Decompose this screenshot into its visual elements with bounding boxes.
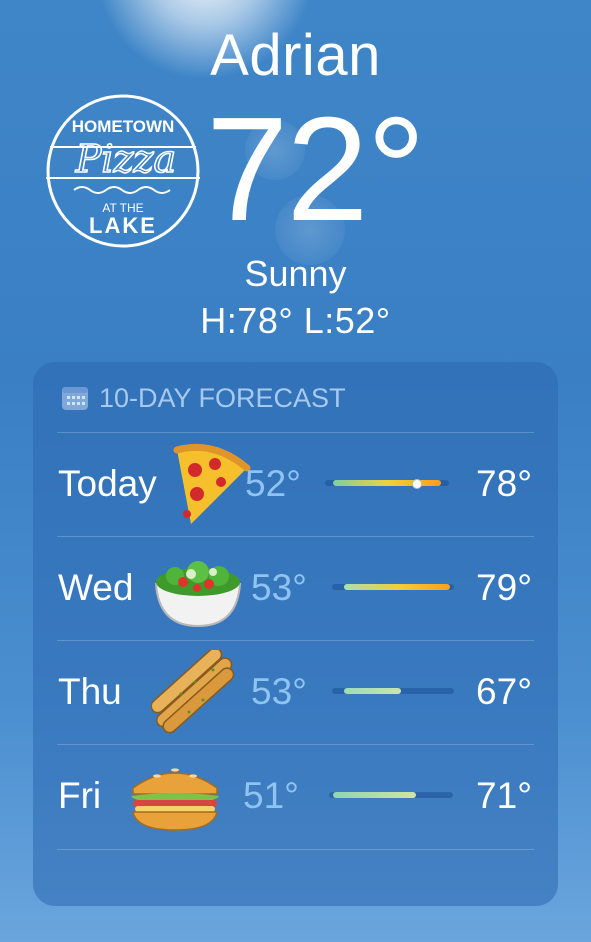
- forecast-row-today[interactable]: Today 52° 78°: [33, 432, 558, 536]
- high-temperature: 78°: [476, 463, 532, 504]
- breadsticks-icon: [151, 650, 235, 734]
- hometown-pizza-logo: HOMETOWN Pizza AT THE LAKE: [46, 94, 200, 248]
- temperature-range-fill: [344, 688, 402, 694]
- sub-sandwich-icon: [131, 768, 219, 831]
- temperature-range-bar: [329, 792, 453, 798]
- temperature-range-fill: [333, 792, 416, 798]
- city-name: Adrian: [210, 23, 381, 88]
- forecast-title: 10-DAY FORECAST: [99, 382, 346, 413]
- ten-day-forecast-card[interactable]: 10-DAY FORECAST Today 52° 78° Wed 53° 79…: [33, 362, 558, 906]
- low-temperature: 51°: [243, 775, 299, 816]
- divider: [57, 849, 534, 850]
- low-temperature: 53°: [251, 567, 307, 608]
- current-temperature: 72°: [206, 87, 426, 252]
- salad-bowl-icon: [154, 561, 242, 628]
- forecast-row-wed[interactable]: Wed 53° 79°: [33, 536, 558, 640]
- low-temperature: 53°: [251, 671, 307, 712]
- forecast-header: 10-DAY FORECAST: [61, 382, 346, 414]
- forecast-row-fri[interactable]: Fri 51° 71°: [33, 744, 558, 848]
- temperature-range-fill: [333, 480, 441, 486]
- high-low-temperature: H:78° L:52°: [200, 300, 391, 341]
- high-temperature: 67°: [476, 671, 532, 712]
- current-temperature-marker: [411, 479, 422, 489]
- temperature-range-bar: [332, 584, 454, 590]
- weather-condition: Sunny: [244, 253, 347, 294]
- temperature-range-bar: [325, 479, 449, 489]
- high-temperature: 71°: [476, 775, 532, 816]
- high-temperature: 79°: [476, 567, 532, 608]
- day-label: Today: [58, 463, 157, 504]
- day-label: Thu: [58, 671, 122, 712]
- low-temperature: 52°: [245, 463, 301, 504]
- forecast-row-thu[interactable]: Thu 53° 67°: [33, 640, 558, 744]
- temperature-range-bar: [332, 688, 454, 694]
- logo-pizza: Pizza: [75, 137, 176, 181]
- day-label: Wed: [58, 567, 134, 608]
- temperature-range-fill: [344, 584, 450, 590]
- calendar-icon: [62, 387, 88, 410]
- day-label: Fri: [58, 775, 102, 816]
- logo-lake: LAKE: [89, 213, 157, 238]
- logo-hometown: HOMETOWN: [72, 117, 175, 136]
